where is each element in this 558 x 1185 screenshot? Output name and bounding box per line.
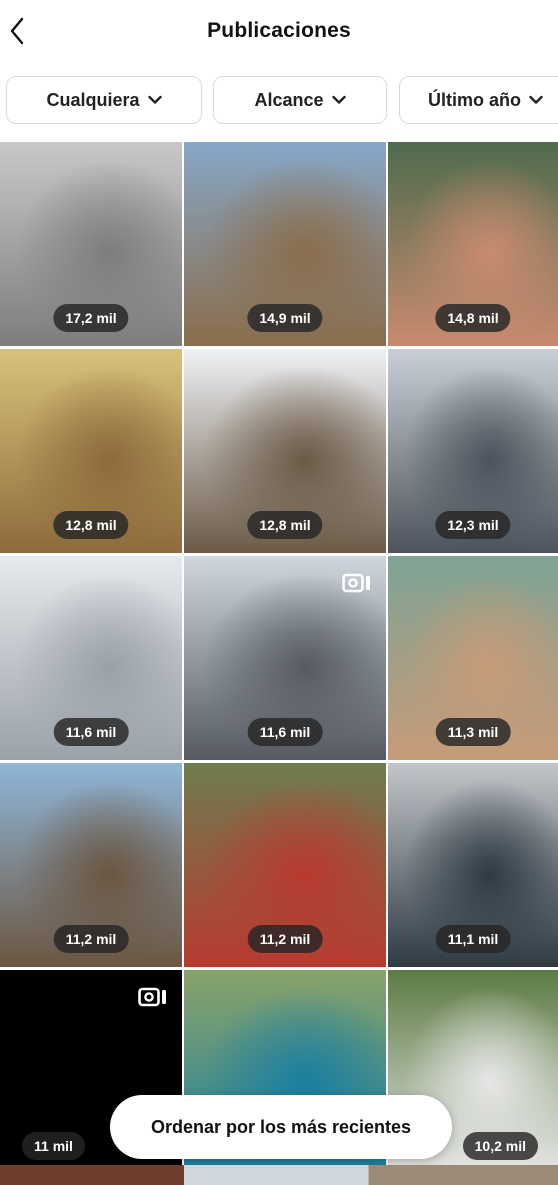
post-thumbnail[interactable]: 14,8 mil — [388, 142, 558, 346]
post-thumbnail[interactable]: 12,8 mil — [184, 349, 386, 553]
views-badge: 11,6 mil — [53, 718, 129, 746]
views-badge: 11,2 mil — [247, 925, 323, 953]
views-badge: 12,8 mil — [53, 511, 129, 539]
views-badge: 11,3 mil — [435, 718, 511, 746]
next-row-strip — [0, 1165, 558, 1185]
post-thumbnail[interactable]: 11,2 mil — [0, 763, 182, 967]
views-badge: 12,8 mil — [247, 511, 323, 539]
views-badge: 11 mil — [22, 1132, 85, 1160]
filter-label: Alcance — [254, 89, 324, 110]
back-button[interactable] — [2, 14, 32, 48]
post-thumbnail[interactable]: 14,9 mil — [184, 142, 386, 346]
posts-grid: 17,2 mil 14,9 mil 14,8 mil 12,8 mil 12,8 mil… — [0, 142, 558, 1185]
toast-label: Ordenar por los más recientes — [150, 1116, 412, 1137]
header-bar: Publicaciones — [0, 0, 558, 62]
filter-any[interactable]: Cualquiera — [6, 76, 202, 124]
filter-label: Último año — [428, 89, 521, 110]
page-title: Publicaciones — [207, 19, 351, 42]
post-thumbnail[interactable]: 11,6 mil — [0, 556, 182, 760]
views-badge: 11,1 mil — [435, 925, 511, 953]
filter-bar: Cualquiera Alcance Último año — [0, 72, 558, 130]
post-thumbnail[interactable]: 12,3 mil — [388, 349, 558, 553]
filter-last-year[interactable]: Último año — [399, 76, 558, 124]
filter-reach[interactable]: Alcance — [213, 76, 387, 124]
chevron-down-icon — [529, 95, 543, 104]
views-badge: 14,8 mil — [435, 304, 511, 332]
views-badge: 10,2 mil — [462, 1132, 538, 1160]
views-badge: 12,3 mil — [435, 511, 511, 539]
post-thumbnail[interactable]: 11,2 mil — [184, 763, 386, 967]
chevron-down-icon — [147, 95, 162, 104]
post-thumbnail[interactable]: 11,1 mil — [388, 763, 558, 967]
sort-toast[interactable]: Ordenar por los más recientes — [110, 1095, 452, 1159]
video-camera-icon — [342, 573, 370, 593]
post-thumbnail[interactable]: 12,8 mil — [0, 349, 182, 553]
post-thumbnail[interactable]: 17,2 mil — [0, 142, 182, 346]
filter-label: Cualquiera — [46, 89, 140, 110]
chevron-left-icon — [10, 17, 24, 45]
post-thumbnail[interactable]: 11,6 mil — [184, 556, 386, 760]
post-thumbnail[interactable]: 11,3 mil — [388, 556, 558, 760]
views-badge: 14,9 mil — [247, 304, 323, 332]
views-badge: 17,2 mil — [53, 304, 129, 332]
chevron-down-icon — [331, 95, 346, 104]
views-badge: 11,2 mil — [53, 925, 129, 953]
views-badge: 11,6 mil — [247, 718, 323, 746]
video-camera-icon — [138, 987, 166, 1007]
